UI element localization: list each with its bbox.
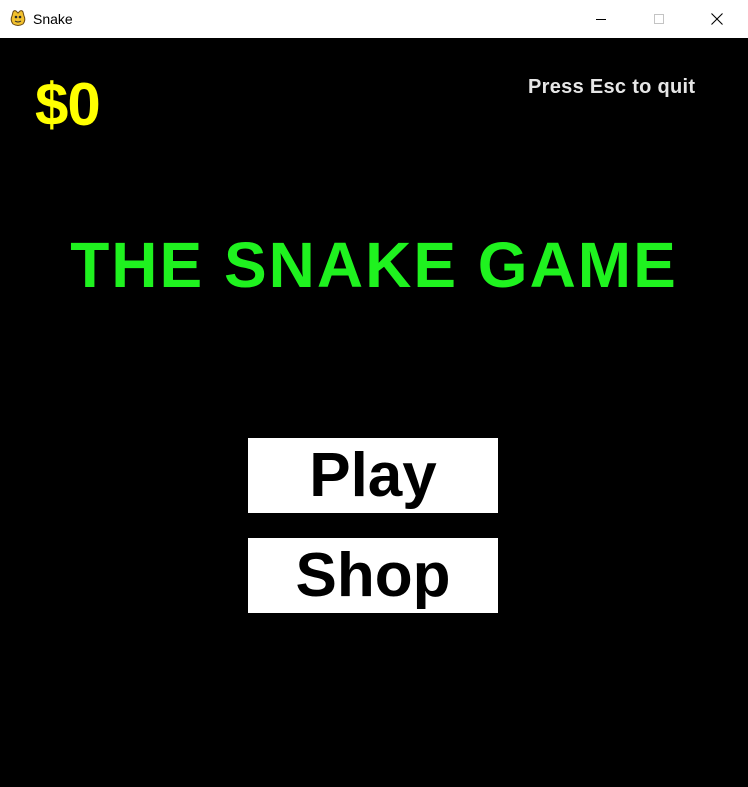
app-window: Snake $0 Press Esc to quit THE SNAKE GAM…: [0, 0, 748, 787]
game-canvas: $0 Press Esc to quit THE SNAKE GAME Play…: [0, 38, 748, 787]
window-title: Snake: [33, 11, 73, 27]
pygame-snake-icon: [9, 9, 27, 27]
close-icon: [711, 13, 723, 25]
money-counter: $0: [35, 71, 101, 138]
minimize-button[interactable]: [572, 0, 630, 38]
minimize-icon: [596, 14, 606, 24]
maximize-button[interactable]: [630, 0, 688, 38]
play-button[interactable]: Play: [248, 438, 498, 513]
shop-button-label: Shop: [295, 541, 451, 610]
play-button-label: Play: [309, 441, 437, 510]
shop-button[interactable]: Shop: [248, 538, 498, 613]
close-button[interactable]: [688, 0, 746, 38]
quit-hint: Press Esc to quit: [528, 76, 696, 98]
title-bar[interactable]: Snake: [0, 0, 748, 38]
maximize-icon: [654, 14, 664, 24]
game-title: THE SNAKE GAME: [70, 229, 678, 301]
